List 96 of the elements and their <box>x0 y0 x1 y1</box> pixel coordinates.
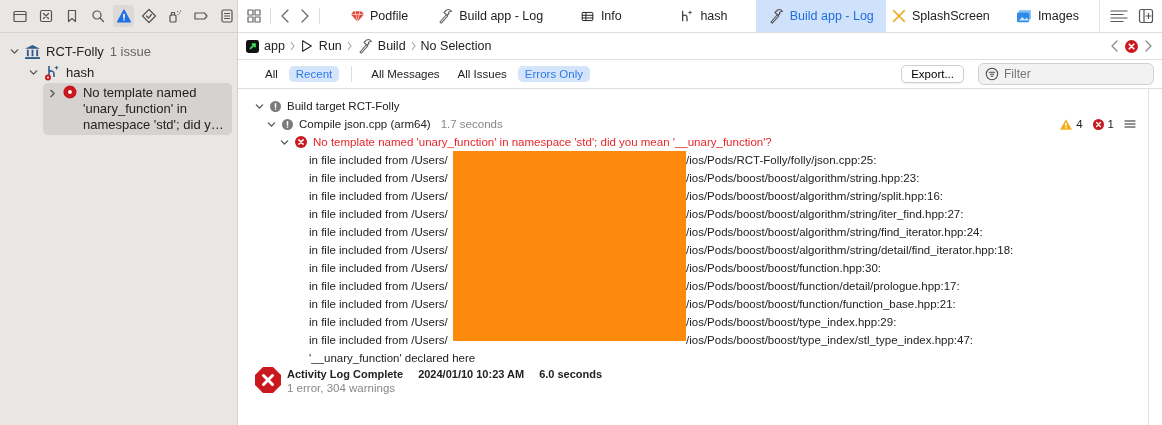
note-text: '__unary_function' declared here <box>309 352 476 364</box>
gem-icon <box>350 10 364 22</box>
editor-tab[interactable]: Podfile <box>328 0 432 32</box>
include-prefix: in file included from /Users/ <box>309 172 449 184</box>
lines-icon <box>1109 8 1128 24</box>
summary-date: 2024/01/10 10:23 AM <box>418 368 525 380</box>
include-path: /ios/Pods/boost/boost/algorithm/string/find_iterator.hpp:24: <box>686 226 984 238</box>
include-path: /ios/Pods/boost/boost/type_index/stl_type_index.hpp:47: <box>686 334 975 346</box>
filter-field-frame[interactable]: Filter <box>978 63 1154 85</box>
include-prefix: in file included from /Users/ <box>309 262 449 274</box>
image-stack-icon <box>1015 9 1032 23</box>
editor-tab[interactable]: SplashScreen <box>886 0 996 32</box>
warning-count: 4 <box>1076 118 1083 130</box>
editor-tab[interactable]: Build app - Log <box>755 0 886 32</box>
grid-icon <box>246 8 262 24</box>
breadcrumb-item[interactable]: Build <box>377 39 406 53</box>
include-path: /ios/Pods/boost/boost/type_index.hpp:29: <box>686 316 898 328</box>
add-editor-icon <box>1137 8 1154 24</box>
error-octagon-icon <box>255 367 281 393</box>
summary-duration: 6.0 seconds <box>539 368 603 380</box>
navigator-tab[interactable] <box>113 5 134 27</box>
include-prefix: in file included from /Users/ <box>309 298 449 310</box>
breadcrumb-item[interactable]: No Selection <box>420 39 492 53</box>
disclosure-chevron-icon[interactable] <box>48 89 57 98</box>
editor-tab[interactable]: hash <box>652 0 756 32</box>
include-path: /ios/Pods/boost/boost/function/function_base.hpp:21: <box>686 298 957 310</box>
type-filter[interactable]: All Issues <box>450 66 514 82</box>
diamond-check-icon <box>141 8 158 24</box>
menu-icon <box>1124 118 1136 130</box>
bank-building-icon <box>25 44 40 59</box>
include-path: /ios/Pods/boost/boost/function/detail/prologue.hpp:17: <box>686 280 961 292</box>
include-prefix: in file included from /Users/ <box>309 190 449 202</box>
issue-label: RCT-Folly <box>46 44 104 59</box>
play-icon <box>299 39 314 53</box>
list-icon <box>218 8 235 24</box>
include-path: /ios/Pods/boost/boost/function.hpp:30: <box>686 262 882 274</box>
include-prefix: in file included from /Users/ <box>309 208 449 220</box>
type-filter[interactable]: All Messages <box>364 66 447 82</box>
issue-label: hash <box>66 65 95 80</box>
summary-detail: 1 error, 304 warnings <box>287 382 397 394</box>
spray-icon <box>167 8 184 24</box>
include-path: /ios/Pods/boost/boost/algorithm/string/iter_find.hpp:27: <box>686 208 965 220</box>
issue-row[interactable]: No template named 'unary_function' in namespace 'std'; did y… <box>43 83 232 135</box>
issue-label: No template named 'unary_function' in namespace 'std'; did y… <box>82 85 225 133</box>
close-box-icon <box>38 8 55 24</box>
issue-error-icon <box>1125 39 1138 53</box>
filter-icon <box>985 67 999 81</box>
breadcrumb-item[interactable]: Run <box>318 39 342 53</box>
include-prefix: in file included from /Users/ <box>309 154 449 166</box>
filter-field[interactable]: Filter <box>1004 67 1124 81</box>
export-button[interactable]: Export... <box>901 65 964 83</box>
include-prefix: in file included from /Users/ <box>309 316 449 328</box>
header-file-icon <box>680 9 695 23</box>
scope-filter[interactable]: All <box>258 66 285 82</box>
warning-icon <box>115 8 132 24</box>
error-count: 1 <box>1107 118 1114 130</box>
duration-label: 1.7 seconds <box>440 118 503 130</box>
disclosure-chevron-icon[interactable] <box>29 68 38 77</box>
issue-row[interactable]: RCT-Folly 1 issue <box>5 41 232 62</box>
table-icon <box>579 9 595 23</box>
summary-title: Activity Log Complete <box>287 368 404 380</box>
editor-tab[interactable]: Build app - Log <box>431 0 550 32</box>
app-icon <box>246 39 259 53</box>
include-path: /ios/Pods/boost/boost/algorithm/string.hpp:23: <box>686 172 921 184</box>
error-icon <box>295 136 307 148</box>
include-prefix: in file included from /Users/ <box>309 226 449 238</box>
error-icon <box>1092 118 1104 130</box>
search-icon <box>89 8 106 24</box>
editor-tab[interactable]: Info <box>549 0 653 32</box>
issue-row[interactable]: hash <box>24 62 232 83</box>
next-issue-icon <box>1144 39 1154 53</box>
issue-count: 1 issue <box>109 44 151 59</box>
alert-icon <box>282 118 293 130</box>
error-dot-icon <box>63 85 77 99</box>
include-prefix: in file included from /Users/ <box>309 334 449 346</box>
alert-icon <box>270 100 281 112</box>
log-entry: Compile json.cpp (arm64) <box>299 118 431 130</box>
breadcrumb-separator-icon <box>346 41 352 51</box>
include-path: /ios/Pods/boost/boost/algorithm/string/detail/find_iterator.hpp:18: <box>686 244 1015 256</box>
forward-icon <box>299 8 311 24</box>
error-message: No template named 'unary_function' in namespace 'std'; did you mean '__unary_function'? <box>313 136 772 148</box>
breadcrumb-separator-icon <box>410 41 416 51</box>
include-prefix: in file included from /Users/ <box>309 244 449 256</box>
editor-tab[interactable]: Images <box>995 0 1099 32</box>
log-entry: Build target RCT-Folly <box>287 100 400 112</box>
previous-issue-icon <box>1109 39 1119 53</box>
hammer-icon <box>437 8 454 24</box>
include-path: /ios/Pods/RCT-Folly/folly/json.cpp:25: <box>686 154 878 166</box>
header-file-error-icon <box>44 64 60 81</box>
warning-icon <box>1060 118 1073 130</box>
include-path: /ios/Pods/boost/boost/algorithm/string/split.hpp:16: <box>686 190 944 202</box>
breadcrumb-item[interactable]: app <box>264 39 285 53</box>
back-icon <box>279 8 291 24</box>
breadcrumb-separator-icon <box>289 41 295 51</box>
include-prefix: in file included from /Users/ <box>309 280 449 292</box>
disclosure-chevron-icon[interactable] <box>10 47 19 56</box>
